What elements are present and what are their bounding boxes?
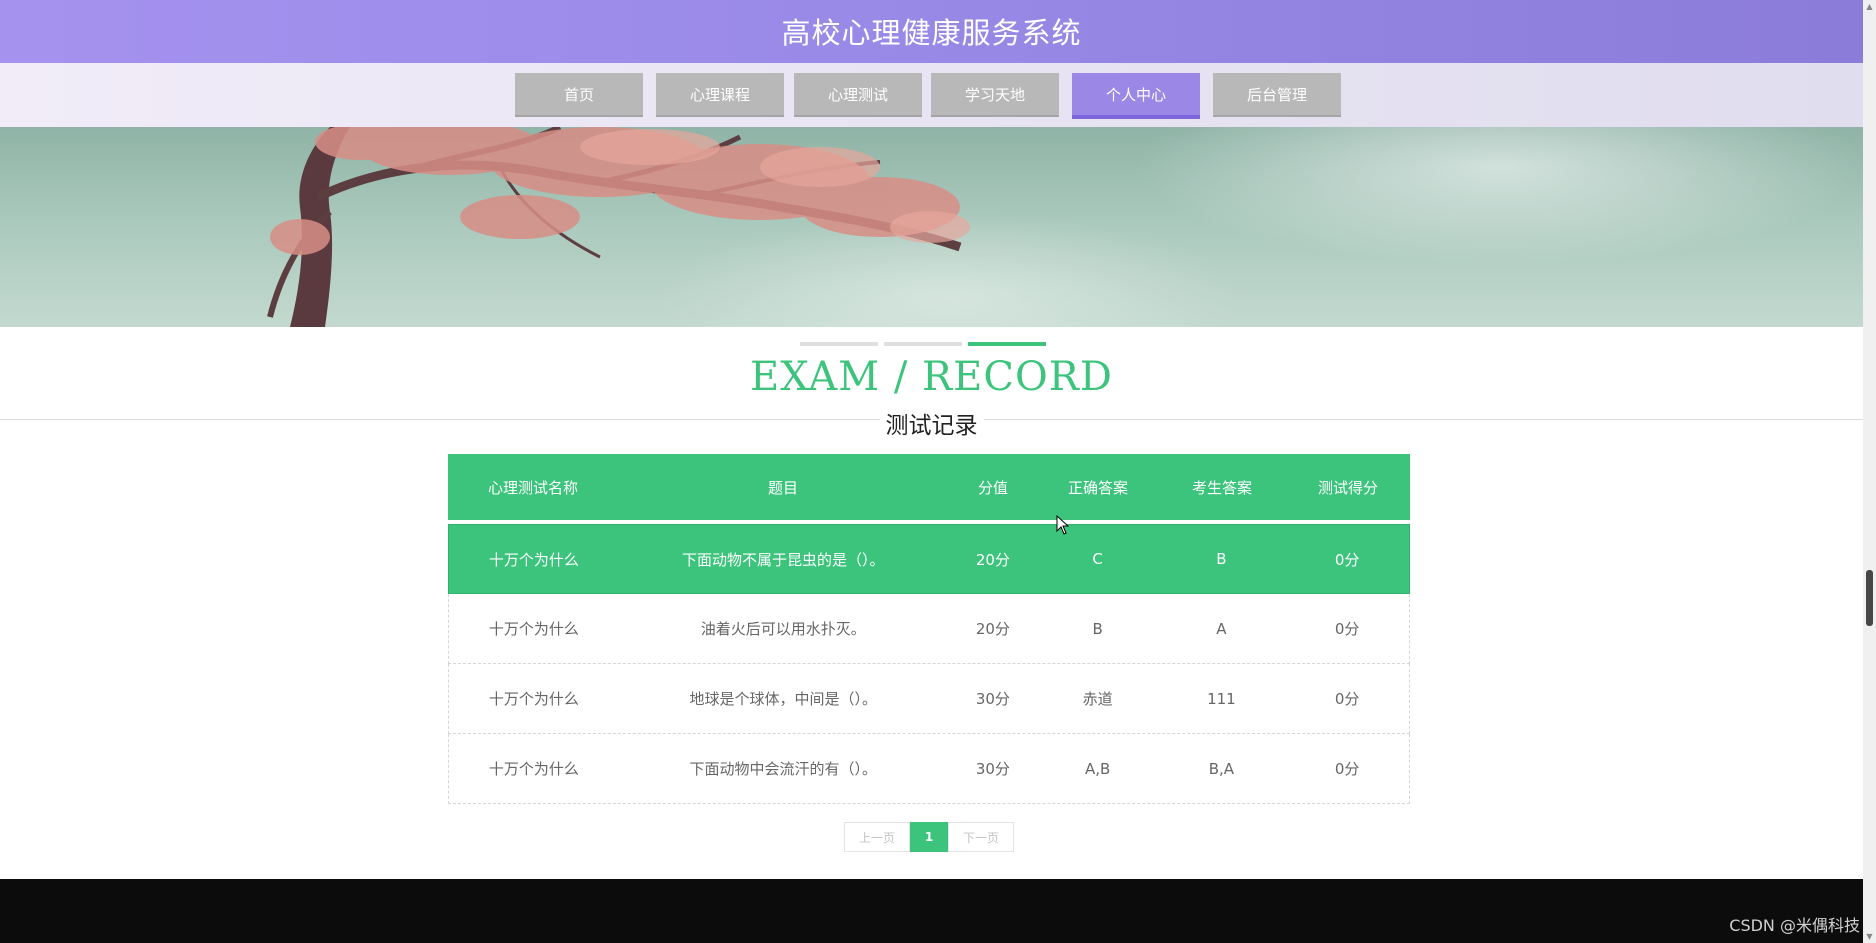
table-cell: 下面动物不属于昆虫的是（）。	[682, 550, 885, 569]
nav-item-personal-center[interactable]: 个人中心	[1072, 73, 1200, 115]
column-header: 分值	[977, 478, 1008, 497]
table-row[interactable]: 十万个为什么 地球是个球体，中间是（）。 30分 赤道 111 0分	[448, 664, 1410, 734]
table-cell: 十万个为什么	[488, 760, 579, 778]
table-cell: 十万个为什么	[488, 550, 579, 569]
nav-item-courses[interactable]: 心理课程	[656, 73, 784, 115]
table-cell: 十万个为什么	[488, 690, 579, 708]
table-cell: 十万个为什么	[488, 620, 579, 638]
section-title-en: EXAM / RECORD	[750, 354, 1113, 400]
prev-page-button[interactable]: 上一页	[844, 822, 910, 852]
nav-bar: 首页 心理课程 心理测试 学习天地 个人中心 后台管理	[0, 63, 1863, 127]
current-page-button[interactable]: 1	[910, 822, 948, 852]
section-title-cn-text: 测试记录	[879, 413, 984, 439]
table-cell: B,A	[1208, 759, 1235, 778]
table-cell: 0分	[1334, 550, 1360, 569]
column-header: 正确答案	[1067, 478, 1128, 497]
table-header-row: 心理测试名称 题目 分值 正确答案 考生答案 测试得分	[448, 454, 1410, 520]
tree-illustration	[267, 127, 970, 327]
section-title-cn: 测试记录	[0, 406, 1863, 440]
main-nav: 首页 心理课程 心理测试 学习天地 个人中心 后台管理	[0, 73, 1863, 117]
table-cell: C	[1092, 550, 1103, 568]
table-cell: 下面动物中会流汗的有（）。	[689, 760, 878, 778]
table-cell: 0分	[1334, 620, 1360, 638]
footer	[0, 879, 1863, 943]
table-cell: 地球是个球体，中间是（）。	[689, 690, 878, 708]
site-title: 高校心理健康服务系统	[781, 16, 1082, 50]
table-cell: 111	[1207, 689, 1236, 708]
column-header: 考生答案	[1191, 478, 1252, 497]
watermark: CSDN @米偶科技	[1729, 916, 1860, 935]
table-row[interactable]: 十万个为什么 下面动物中会流汗的有（）。 30分 A,B B,A 0分	[448, 734, 1410, 804]
scroll-down-icon[interactable]: ▼	[1865, 932, 1874, 941]
scroll-up-icon[interactable]: ▲	[1865, 2, 1874, 11]
banner-image	[0, 127, 1863, 327]
table-cell: A	[1216, 619, 1227, 638]
table-cell: 30分	[975, 760, 1010, 778]
indicator-bar	[800, 342, 878, 346]
table-cell: B	[1216, 550, 1227, 568]
nav-item-admin[interactable]: 后台管理	[1213, 73, 1341, 115]
nav-item-home[interactable]: 首页	[515, 73, 643, 115]
table-cell: 30分	[975, 690, 1010, 708]
exam-record-table: 心理测试名称 题目 分值 正确答案 考生答案 测试得分 十万个为什么 下面动物不…	[448, 454, 1410, 804]
table-cell: A,B	[1084, 759, 1111, 778]
table-cell: 赤道	[1082, 690, 1113, 708]
table-cell: 油着火后可以用水扑灭。	[700, 620, 866, 638]
scroll-thumb[interactable]	[1866, 570, 1873, 626]
table-cell: 20分	[975, 620, 1010, 638]
next-page-button[interactable]: 下一页	[948, 822, 1014, 852]
column-header: 题目	[767, 478, 798, 497]
section-indicator	[0, 342, 1876, 347]
table-row-highlighted[interactable]: 十万个为什么 下面动物不属于昆虫的是（）。 20分 C B 0分	[448, 524, 1410, 594]
mouse-cursor-icon	[1056, 515, 1070, 535]
table-cell: 0分	[1334, 690, 1360, 708]
indicator-bar	[884, 342, 962, 346]
nav-item-study[interactable]: 学习天地	[931, 73, 1059, 115]
table-cell: B	[1092, 619, 1103, 638]
site-header: 高校心理健康服务系统	[0, 0, 1863, 63]
scrollbar[interactable]: ▲ ▼	[1863, 0, 1876, 943]
column-header: 测试得分	[1317, 478, 1378, 497]
column-header: 心理测试名称	[487, 478, 578, 497]
pagination: 上一页 1 下一页	[844, 822, 1014, 852]
table-row[interactable]: 十万个为什么 油着火后可以用水扑灭。 20分 B A 0分	[448, 594, 1410, 664]
nav-item-tests[interactable]: 心理测试	[794, 73, 922, 115]
table-cell: 0分	[1334, 760, 1360, 778]
table-cell: 20分	[975, 550, 1010, 569]
indicator-bar-active	[968, 342, 1046, 346]
